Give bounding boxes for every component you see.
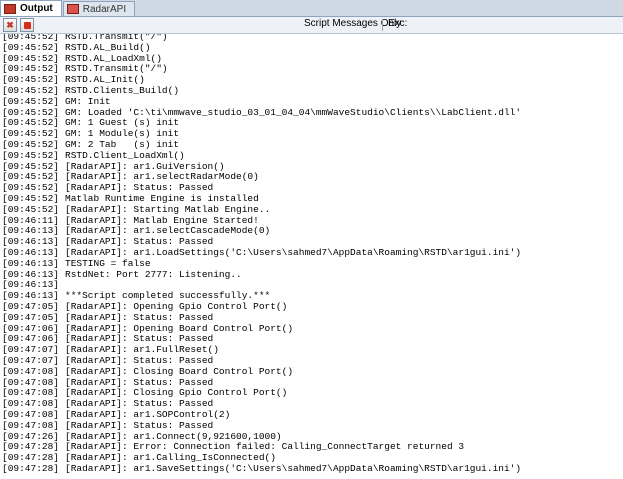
log-timestamp: [09:45:52]	[2, 106, 60, 118]
log-timestamp: [09:47:26]	[2, 430, 60, 442]
log-timestamp: [09:47:06]	[2, 322, 60, 334]
output-window-icon	[4, 3, 16, 14]
radar-api-icon	[66, 4, 79, 14]
log-message: GM: 1 Module(s) init	[65, 128, 180, 140]
log-message: GM: 1 Guest (s) init	[65, 117, 180, 129]
stop-icon	[23, 21, 31, 29]
stop-script-button[interactable]	[20, 18, 34, 32]
log-timestamp: [09:47:07]	[2, 355, 60, 366]
log-timestamp: [09:45:52]	[2, 171, 60, 183]
tab-radarapi[interactable]: RadarAPI	[62, 1, 136, 16]
log-message: GM: 2 Tab (s) init	[65, 139, 180, 150]
log-timestamp: [09:45:52]	[2, 95, 60, 107]
log-timestamp: [09:45:52]	[2, 74, 60, 86]
log-timestamp: [09:47:08]	[2, 376, 60, 388]
log-timestamp: [09:45:52]	[2, 203, 60, 215]
log-timestamp: [09:47:08]	[2, 419, 60, 431]
log-message: [RadarAPI]: Status: Passed	[65, 333, 214, 345]
log-message: RSTD.Clients_Build()	[65, 85, 180, 96]
tab-bar: Output RadarAPI	[0, 0, 623, 17]
tab-radarapi-label: RadarAPI	[82, 3, 127, 15]
log-message: [RadarAPI]: ar1.selectRadarMode(0)	[65, 171, 259, 183]
clear-output-button[interactable]: ✖	[3, 18, 17, 32]
log-message: [RadarAPI]: ar1.FullReset()	[65, 344, 219, 356]
log-message: [RadarAPI]: Status: Passed	[65, 236, 214, 248]
log-message: [RadarAPI]: ar1.SOPControl(2)	[65, 409, 231, 420]
toolbar-divider	[382, 19, 383, 31]
log-timestamp: [09:45:52]	[2, 139, 60, 150]
log-timestamp: [09:46:13]	[2, 268, 60, 280]
exc-filter-label: Exc:	[388, 18, 408, 29]
log-message: [RadarAPI]: Status: Passed	[65, 376, 214, 388]
log-timestamp: [09:47:08]	[2, 398, 60, 410]
log-timestamp: [09:45:52]	[2, 149, 60, 161]
log-timestamp: [09:46:11]	[2, 214, 60, 226]
log-timestamp: [09:45:52]	[2, 41, 60, 53]
output-log[interactable]: [09:45:52] RSTD.Transmit("/") [09:45:52] RS…	[0, 34, 623, 479]
log-message: [RadarAPI]: ar1.LoadSettings('C:\Users\s…	[65, 247, 522, 258]
log-timestamp: [09:45:52]	[2, 117, 60, 129]
log-timestamp: [09:45:52]	[2, 63, 60, 75]
log-timestamp: [09:47:05]	[2, 301, 60, 312]
log-message: RSTD.AL_LoadXml()	[65, 52, 162, 64]
log-message: [RadarAPI]: ar1.SaveSettings('C:\Users\s…	[65, 463, 522, 474]
log-message: [RadarAPI]: ar1.selectCascadeMode(0)	[65, 225, 271, 237]
log-timestamp: [09:47:08]	[2, 365, 60, 377]
log-message: RSTD.AL_Build()	[65, 41, 151, 53]
log-message: [RadarAPI]: Starting Matlab Engine..	[65, 203, 271, 215]
log-message: RSTD.Client_LoadXml()	[65, 149, 185, 161]
log-message: [RadarAPI]: Status: Passed	[65, 419, 214, 431]
log-message: [RadarAPI]: Status: Passed	[65, 398, 214, 410]
log-timestamp: [09:46:13]	[2, 236, 60, 248]
log-message: Matlab Runtime Engine is installed	[65, 193, 259, 204]
log-message: GM: Init	[65, 95, 111, 107]
log-message: [RadarAPI]: Error: Connection failed: Ca…	[65, 441, 465, 453]
log-message: [RadarAPI]: Closing Gpio Control Port()	[65, 387, 288, 399]
clear-icon: ✖	[6, 19, 14, 30]
log-message: [RadarAPI]: Matlab Engine Started!	[65, 214, 259, 226]
log-message: [RadarAPI]: Status: Passed	[65, 355, 214, 366]
log-message: ***Script completed successfully.***	[65, 290, 271, 302]
log-message: RSTD.Transmit("/")	[65, 34, 168, 42]
log-timestamp: [09:45:52]	[2, 128, 60, 140]
script-messages-only-filter[interactable]: Script Messages Only	[304, 18, 401, 29]
log-timestamp: [09:47:08]	[2, 409, 60, 420]
tab-output-label: Output	[20, 3, 53, 14]
log-message: RstdNet: Port 2777: Listening..	[65, 268, 242, 280]
output-toolbar: ✖ Script Messages Only Exc:	[0, 17, 623, 34]
log-timestamp: [09:46:13]	[2, 225, 60, 237]
log-timestamp: [09:46:13]	[2, 290, 60, 302]
log-message: [RadarAPI]: Opening Board Control Port()	[65, 322, 294, 334]
log-timestamp: [09:45:52]	[2, 85, 60, 96]
log-message: TESTING = false	[65, 257, 151, 269]
log-message: [RadarAPI]: ar1.Connect(9,921600,1000)	[65, 430, 282, 442]
log-message: [RadarAPI]: Status: Passed	[65, 311, 214, 323]
log-message: [RadarAPI]: ar1.Calling_IsConnected()	[65, 452, 276, 464]
log-timestamp: [09:47:28]	[2, 441, 60, 453]
log-timestamp: [09:47:28]	[2, 463, 60, 474]
log-timestamp: [09:46:13]	[2, 247, 60, 258]
log-message: [RadarAPI]: Closing Board Control Port()	[65, 365, 294, 377]
log-timestamp: [09:45:52]	[2, 160, 60, 172]
tab-output[interactable]: Output	[0, 0, 62, 16]
log-timestamp: [09:45:52]	[2, 182, 60, 194]
log-message: [RadarAPI]: Opening Gpio Control Port()	[65, 301, 288, 312]
log-timestamp: [09:46:13]	[2, 279, 60, 291]
log-message: RSTD.Transmit("/")	[65, 63, 168, 75]
log-message: [RadarAPI]: Status: Passed	[65, 182, 214, 194]
log-timestamp: [09:47:06]	[2, 333, 60, 345]
log-timestamp: [09:45:52]	[2, 52, 60, 64]
log-timestamp: [09:47:28]	[2, 452, 60, 464]
log-message: RSTD.AL_Init()	[65, 74, 145, 86]
log-timestamp: [09:45:52]	[2, 193, 60, 204]
log-timestamp: [09:45:52]	[2, 34, 60, 42]
log-timestamp: [09:47:07]	[2, 344, 60, 356]
log-timestamp: [09:46:13]	[2, 257, 60, 269]
log-timestamp: [09:47:05]	[2, 311, 60, 323]
log-message: GM: Loaded 'C:\ti\mmwave_studio_03_01_04…	[65, 106, 522, 118]
log-message: [RadarAPI]: ar1.GuiVersion()	[65, 160, 225, 172]
log-timestamp: [09:47:08]	[2, 387, 60, 399]
